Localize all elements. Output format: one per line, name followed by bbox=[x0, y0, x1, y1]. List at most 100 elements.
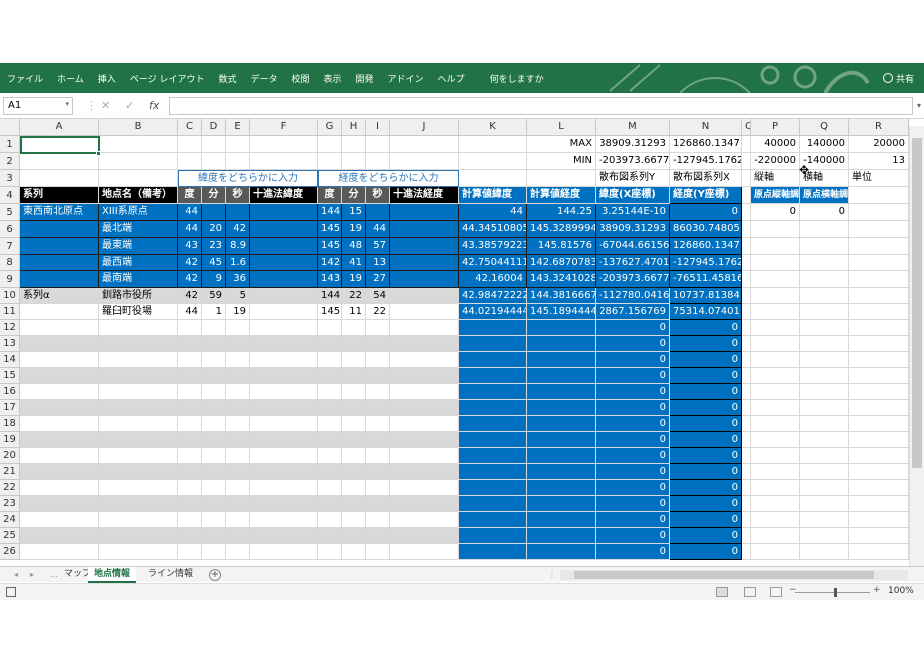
cell-E25[interactable] bbox=[226, 528, 250, 544]
cell-H17[interactable] bbox=[342, 400, 366, 416]
row-header-26[interactable]: 26 bbox=[0, 544, 20, 560]
cell-L11[interactable]: 145.1894444 bbox=[527, 304, 596, 320]
cell-C8[interactable]: 42 bbox=[178, 255, 202, 271]
page-layout-view-icon[interactable] bbox=[744, 587, 756, 597]
cell-J1[interactable] bbox=[390, 136, 459, 153]
cell-E26[interactable] bbox=[226, 544, 250, 560]
cell-N19[interactable]: 0 bbox=[670, 432, 742, 448]
cell-F16[interactable] bbox=[250, 384, 318, 400]
ribbon-tab-3[interactable]: ページ レイアウト bbox=[123, 72, 212, 85]
cell-O6[interactable] bbox=[742, 221, 751, 238]
cell-J9[interactable] bbox=[390, 271, 459, 288]
row-header-8[interactable]: 8 bbox=[0, 255, 20, 271]
cell-Q15[interactable] bbox=[800, 368, 849, 384]
cell-I8[interactable]: 13 bbox=[366, 255, 390, 271]
cell-B26[interactable] bbox=[99, 544, 178, 560]
cell-G7[interactable]: 145 bbox=[318, 238, 342, 255]
cell-F7[interactable] bbox=[250, 238, 318, 255]
column-header-I[interactable]: I bbox=[366, 119, 390, 136]
cell-E11[interactable]: 19 bbox=[226, 304, 250, 320]
cell-N3[interactable]: 散布図系列X bbox=[670, 170, 742, 187]
cell-Q24[interactable] bbox=[800, 512, 849, 528]
cell-G18[interactable] bbox=[318, 416, 342, 432]
tab-prev-icon[interactable]: ◂ bbox=[14, 567, 18, 583]
normal-view-icon[interactable] bbox=[716, 587, 728, 597]
ribbon-tab-5[interactable]: データ bbox=[243, 72, 284, 85]
cell-C3[interactable]: 緯度をどちらかに入力 bbox=[178, 170, 318, 187]
cell-Q1[interactable]: 140000 bbox=[800, 136, 849, 153]
cell-H11[interactable]: 11 bbox=[342, 304, 366, 320]
ribbon-tab-1[interactable]: ホーム bbox=[50, 72, 91, 85]
cell-F25[interactable] bbox=[250, 528, 318, 544]
cell-L24[interactable] bbox=[527, 512, 596, 528]
cell-E2[interactable] bbox=[226, 153, 250, 170]
name-box[interactable]: A1 ▾ bbox=[3, 97, 73, 115]
cell-P13[interactable] bbox=[751, 336, 800, 352]
column-header-C[interactable]: C bbox=[178, 119, 202, 136]
cell-O5[interactable] bbox=[742, 204, 751, 221]
cell-I20[interactable] bbox=[366, 448, 390, 464]
row-header-3[interactable]: 3 bbox=[0, 170, 20, 187]
cell-F9[interactable] bbox=[250, 271, 318, 288]
cell-J20[interactable] bbox=[390, 448, 459, 464]
row-header-12[interactable]: 12 bbox=[0, 320, 20, 336]
cell-K14[interactable] bbox=[459, 352, 527, 368]
cell-C20[interactable] bbox=[178, 448, 202, 464]
cell-F8[interactable] bbox=[250, 255, 318, 271]
cell-R4[interactable] bbox=[849, 187, 909, 204]
cell-D16[interactable] bbox=[202, 384, 226, 400]
cell-L13[interactable] bbox=[527, 336, 596, 352]
cell-F17[interactable] bbox=[250, 400, 318, 416]
cell-M24[interactable]: 0 bbox=[596, 512, 670, 528]
select-all-button[interactable] bbox=[0, 119, 20, 136]
cell-R15[interactable] bbox=[849, 368, 909, 384]
cell-L18[interactable] bbox=[527, 416, 596, 432]
tab-point-info[interactable]: 地点情報 bbox=[88, 567, 137, 583]
cell-P20[interactable] bbox=[751, 448, 800, 464]
cell-O18[interactable] bbox=[742, 416, 751, 432]
cell-K6[interactable]: 44.34510805 bbox=[459, 221, 527, 238]
cell-P10[interactable] bbox=[751, 288, 800, 304]
cell-L2[interactable]: MIN bbox=[527, 153, 596, 170]
cell-K12[interactable] bbox=[459, 320, 527, 336]
cell-F10[interactable] bbox=[250, 288, 318, 304]
cell-M5[interactable]: 3.25144E-10 bbox=[596, 204, 670, 221]
cell-J2[interactable] bbox=[390, 153, 459, 170]
cell-Q14[interactable] bbox=[800, 352, 849, 368]
cell-R17[interactable] bbox=[849, 400, 909, 416]
cell-G14[interactable] bbox=[318, 352, 342, 368]
cell-Q25[interactable] bbox=[800, 528, 849, 544]
cell-M4[interactable]: 緯度(X座標) bbox=[596, 187, 670, 204]
cell-B10[interactable]: 釧路市役所 bbox=[99, 288, 178, 304]
cell-C25[interactable] bbox=[178, 528, 202, 544]
cell-H22[interactable] bbox=[342, 480, 366, 496]
cell-G8[interactable]: 142 bbox=[318, 255, 342, 271]
cell-Q11[interactable] bbox=[800, 304, 849, 320]
cell-R21[interactable] bbox=[849, 464, 909, 480]
row-header-1[interactable]: 1 bbox=[0, 136, 20, 153]
cell-O14[interactable] bbox=[742, 352, 751, 368]
cell-E13[interactable] bbox=[226, 336, 250, 352]
cell-G6[interactable]: 145 bbox=[318, 221, 342, 238]
cell-Q2[interactable]: -140000 bbox=[800, 153, 849, 170]
cell-C22[interactable] bbox=[178, 480, 202, 496]
cell-N9[interactable]: -76511.45816 bbox=[670, 271, 742, 288]
cell-A25[interactable] bbox=[20, 528, 99, 544]
cell-Q6[interactable] bbox=[800, 221, 849, 238]
cell-L8[interactable]: 142.6870783 bbox=[527, 255, 596, 271]
cell-G22[interactable] bbox=[318, 480, 342, 496]
cell-P26[interactable] bbox=[751, 544, 800, 560]
cell-A13[interactable] bbox=[20, 336, 99, 352]
cell-D8[interactable]: 45 bbox=[202, 255, 226, 271]
column-header-J[interactable]: J bbox=[390, 119, 459, 136]
cell-G2[interactable] bbox=[318, 153, 342, 170]
cell-C17[interactable] bbox=[178, 400, 202, 416]
cell-G23[interactable] bbox=[318, 496, 342, 512]
cell-O26[interactable] bbox=[742, 544, 751, 560]
page-break-view-icon[interactable] bbox=[770, 587, 782, 597]
cell-R11[interactable] bbox=[849, 304, 909, 320]
cell-E22[interactable] bbox=[226, 480, 250, 496]
cell-I19[interactable] bbox=[366, 432, 390, 448]
cell-N13[interactable]: 0 bbox=[670, 336, 742, 352]
ribbon-tab-6[interactable]: 校閲 bbox=[284, 72, 316, 85]
